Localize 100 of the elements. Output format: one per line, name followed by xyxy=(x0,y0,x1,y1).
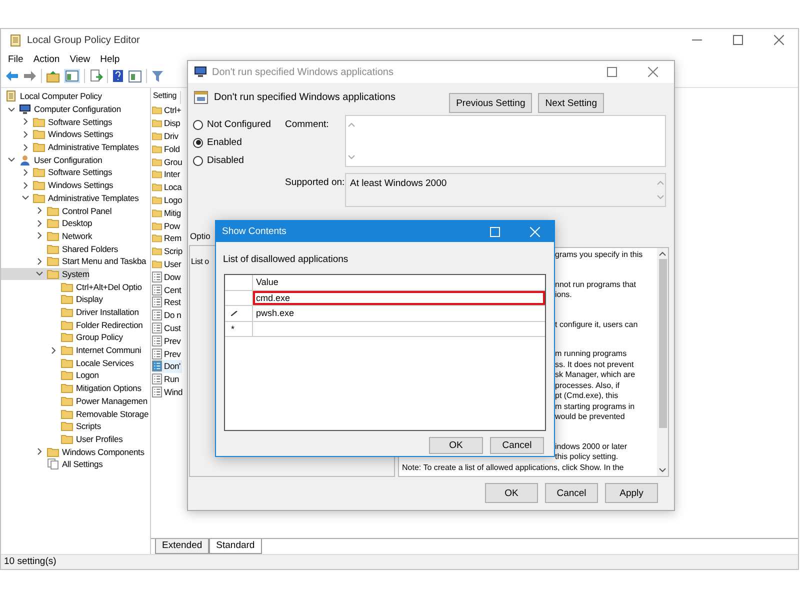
setting-item[interactable]: Run xyxy=(152,372,182,386)
menu-item[interactable]: Help xyxy=(100,54,120,64)
tree-item[interactable]: Local Computer Policy xyxy=(1,90,102,103)
export-list-icon[interactable] xyxy=(89,69,103,83)
setting-item[interactable]: Scrip xyxy=(152,244,182,258)
expanded-chevron-icon[interactable] xyxy=(8,156,15,164)
tree-item[interactable]: Mitigation Options xyxy=(1,382,142,394)
filter-icon[interactable] xyxy=(151,70,164,82)
menu-item[interactable]: Action xyxy=(33,54,60,64)
tree-item[interactable]: Computer Configuration xyxy=(1,102,121,116)
console-tree-icon[interactable] xyxy=(64,69,80,83)
tree-item[interactable]: Logon xyxy=(1,369,99,382)
close-icon[interactable] xyxy=(648,67,658,77)
scroll-down-icon[interactable] xyxy=(659,468,666,473)
tree-item[interactable]: System xyxy=(1,268,90,280)
collapsed-chevron-icon[interactable] xyxy=(22,168,29,176)
tree-item[interactable]: Display xyxy=(1,293,103,306)
nav-button[interactable]: Previous Setting xyxy=(449,93,532,113)
tree-item[interactable]: Ctrl+Alt+Del Optio xyxy=(1,280,142,293)
tree-item[interactable]: Administrative Templates xyxy=(1,140,139,154)
setting-item[interactable]: Cent xyxy=(152,283,182,296)
setting-item[interactable]: Rest xyxy=(152,296,182,309)
tree-item[interactable]: Windows Settings xyxy=(1,178,114,192)
collapsed-chevron-icon[interactable] xyxy=(36,448,43,456)
setting-item[interactable]: Inter xyxy=(152,168,182,181)
setting-item[interactable]: Mitig xyxy=(152,206,182,220)
setting-item[interactable]: User xyxy=(152,258,182,270)
radio-option[interactable]: Enabled xyxy=(193,137,279,148)
radio-option[interactable]: Disabled xyxy=(193,155,279,166)
radio-button[interactable] xyxy=(193,138,203,148)
dialog-button[interactable]: OK xyxy=(429,437,483,454)
tree-item[interactable]: Network xyxy=(1,230,92,242)
tree-item[interactable]: User Profiles xyxy=(1,432,123,446)
radio-button[interactable] xyxy=(193,120,203,130)
tree-item[interactable]: Windows Components xyxy=(1,445,144,458)
tree-item[interactable]: Removable Storage xyxy=(1,407,149,420)
setting-item[interactable]: Pow xyxy=(152,219,182,232)
radio-option[interactable]: Not Configured xyxy=(193,119,279,130)
setting-item[interactable]: Rem xyxy=(152,232,182,245)
tree-item[interactable]: Shared Folders xyxy=(1,242,118,255)
scrollbar[interactable] xyxy=(657,248,668,476)
setting-item[interactable]: Driv xyxy=(152,130,182,142)
setting-item[interactable]: Prev xyxy=(152,334,182,348)
nav-button[interactable]: Next Setting xyxy=(538,93,604,113)
setting-item[interactable]: Loca xyxy=(152,180,182,194)
expanded-chevron-icon[interactable] xyxy=(8,106,15,113)
collapsed-chevron-icon[interactable] xyxy=(50,346,57,354)
tree-item[interactable]: Software Settings xyxy=(1,166,112,179)
collapsed-chevron-icon[interactable] xyxy=(22,130,29,138)
menu-item[interactable]: File xyxy=(8,54,24,64)
collapsed-chevron-icon[interactable] xyxy=(36,220,43,227)
dialog-button[interactable]: Apply xyxy=(605,483,658,503)
tree-item[interactable]: All Settings xyxy=(1,458,103,471)
setting-item[interactable]: Dow xyxy=(152,270,182,284)
tree-item[interactable]: Software Settings xyxy=(1,115,112,128)
setting-item[interactable]: Disp xyxy=(152,116,182,130)
setting-item[interactable]: Cust xyxy=(152,322,182,334)
value-cell[interactable]: cmd.exe xyxy=(253,290,545,305)
tree-item[interactable]: Control Panel xyxy=(1,204,112,217)
setting-item[interactable]: Don' xyxy=(152,360,182,373)
tree-item[interactable]: Locale Services xyxy=(1,356,134,370)
tree-item[interactable]: Driver Installation xyxy=(1,306,139,318)
setting-item[interactable]: Ctrl+ xyxy=(152,104,182,117)
tree-item[interactable]: Group Policy xyxy=(1,331,123,344)
setting-item[interactable]: Wind xyxy=(152,386,182,398)
help-icon[interactable] xyxy=(112,69,124,83)
scroll-up-icon[interactable] xyxy=(659,251,666,256)
setting-item[interactable]: Logo xyxy=(152,194,182,206)
tree-item[interactable]: Internet Communi xyxy=(1,344,142,356)
collapsed-chevron-icon[interactable] xyxy=(22,144,29,151)
menu-item[interactable]: View xyxy=(70,54,90,64)
setting-item[interactable]: Prev xyxy=(152,347,182,360)
tree-item[interactable]: Desktop xyxy=(1,216,92,230)
folder-up-icon[interactable] xyxy=(46,70,60,82)
tree-item[interactable]: Power Managemen xyxy=(1,394,148,408)
collapsed-chevron-icon[interactable] xyxy=(22,118,29,126)
setting-item[interactable]: Grou xyxy=(152,155,182,168)
forward-arrow-icon[interactable] xyxy=(23,70,37,82)
radio-button[interactable] xyxy=(193,156,203,166)
column-header[interactable]: Value xyxy=(253,275,545,290)
maximize-icon[interactable] xyxy=(733,35,743,45)
tree-item[interactable]: Scripts xyxy=(1,420,101,433)
close-icon[interactable] xyxy=(774,35,784,45)
view-tab[interactable]: Standard xyxy=(209,539,262,554)
setting-item[interactable]: Fold xyxy=(152,142,182,156)
dialog-button[interactable]: Cancel xyxy=(545,483,598,503)
back-arrow-icon[interactable] xyxy=(5,70,19,82)
properties-icon[interactable] xyxy=(128,70,142,82)
dialog-button[interactable]: OK xyxy=(485,483,538,503)
dialog-button[interactable]: Cancel xyxy=(490,437,544,454)
collapsed-chevron-icon[interactable] xyxy=(36,232,43,240)
tree-item[interactable]: Windows Settings xyxy=(1,128,114,141)
collapsed-chevron-icon[interactable] xyxy=(36,207,43,214)
collapsed-chevron-icon[interactable] xyxy=(22,182,29,189)
setting-item[interactable]: Do n xyxy=(152,308,182,322)
expanded-chevron-icon[interactable] xyxy=(36,270,43,278)
value-cell[interactable]: pwsh.exe xyxy=(253,306,545,320)
view-tab[interactable]: Extended xyxy=(155,539,210,554)
column-header[interactable]: Setting xyxy=(152,91,181,104)
expanded-chevron-icon[interactable] xyxy=(22,194,29,202)
